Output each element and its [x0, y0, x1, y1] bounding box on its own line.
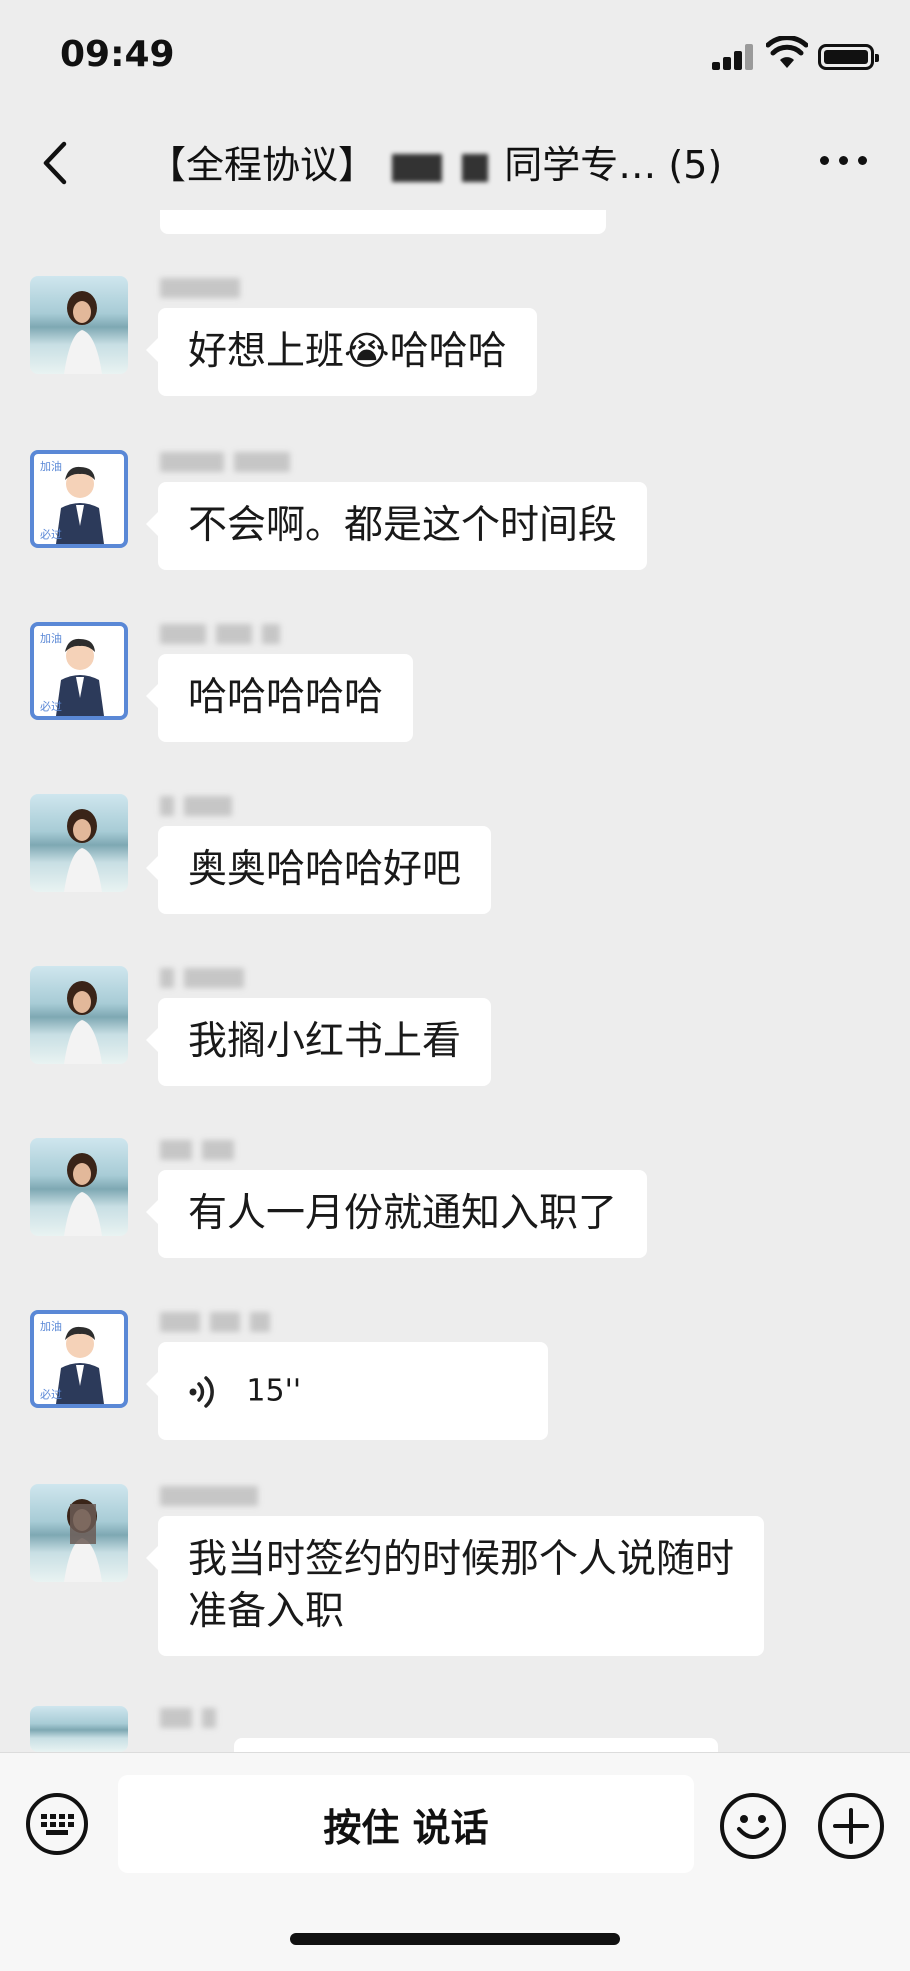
sender-name-redacted	[160, 624, 280, 646]
avatar[interactable]	[30, 1484, 128, 1582]
avatar-caption: 必过	[40, 1388, 62, 1401]
person-photo-icon	[64, 981, 102, 1064]
message-bubble[interactable]: 我搁小红书上看	[145, 998, 492, 1086]
chat-title-suffix: 同学专… (5)	[504, 143, 723, 187]
voice-duration: 15''	[246, 1373, 302, 1409]
voice-wave-icon	[189, 1375, 214, 1408]
sender-name-redacted	[160, 796, 232, 818]
message-bubble[interactable]: 我当时签约的时候那个人说随时准备入职	[146, 1516, 764, 1656]
avatar[interactable]	[30, 276, 128, 374]
message-bubble[interactable]: 好想上班😭哈哈哈	[146, 308, 537, 396]
avatar-caption: 必过	[40, 700, 62, 713]
sender-name-redacted	[160, 1708, 216, 1730]
voice-message-bubble[interactable]: 15''	[146, 1342, 548, 1440]
cellular-signal-icon	[712, 44, 756, 70]
message-bubble-partial	[234, 1738, 718, 1752]
sender-name-redacted	[160, 968, 244, 990]
chat-title: 【全程协议】 同学专… (5)	[148, 134, 768, 189]
avatar-caption: 加油	[40, 1319, 62, 1333]
plus-icon	[833, 1808, 869, 1844]
status-time: 09:49	[60, 34, 175, 75]
cartoon-man-avatar-icon: 加油 必过	[40, 1319, 104, 1404]
sender-name-redacted	[160, 1312, 270, 1334]
keyboard-icon	[41, 1814, 74, 1835]
avatar-caption: 加油	[40, 631, 62, 645]
redacted-name	[392, 153, 443, 182]
message-bubble[interactable]: 不会啊。都是这个时间段	[145, 482, 648, 570]
avatar[interactable]	[30, 966, 128, 1064]
avatar[interactable]: 加油 必过	[30, 450, 128, 548]
home-indicator[interactable]	[290, 1933, 620, 1945]
more-options-icon[interactable]	[820, 150, 868, 170]
wifi-icon	[766, 36, 808, 68]
more-functions-plus-icon[interactable]	[818, 1793, 884, 1859]
back-arrow-icon[interactable]	[36, 138, 76, 188]
cartoon-man-avatar-icon: 加油 必过	[40, 631, 104, 716]
cartoon-man-avatar-icon: 加油 必过	[40, 459, 104, 544]
sender-name-redacted	[160, 278, 240, 300]
chat-header: 【全程协议】 同学专… (5)	[0, 110, 910, 216]
status-bar: 09:49	[0, 0, 910, 110]
keyboard-toggle-icon[interactable]	[26, 1793, 88, 1855]
avatar[interactable]: 加油 必过	[30, 1310, 128, 1408]
sender-name-redacted	[160, 452, 290, 474]
sender-name-redacted	[160, 1486, 258, 1508]
battery-icon	[818, 44, 879, 70]
message-bubble[interactable]: 哈哈哈哈哈	[145, 654, 414, 742]
input-bar: 按住 说话	[0, 1752, 910, 1971]
redacted-name	[462, 153, 489, 182]
message-bubble[interactable]: 奥奥哈哈哈好吧	[145, 826, 492, 914]
avatar[interactable]	[30, 1706, 128, 1752]
person-photo-icon	[64, 1153, 102, 1236]
chat-title-prefix: 【全程协议】	[148, 143, 377, 187]
avatar-caption: 加油	[40, 459, 62, 473]
message-bubble-partial	[160, 210, 606, 234]
avatar-caption: 必过	[40, 528, 62, 541]
person-photo-icon	[64, 809, 102, 892]
avatar[interactable]: 加油 必过	[30, 622, 128, 720]
person-photo-icon	[64, 1499, 102, 1582]
smiley-icon	[737, 1815, 769, 1839]
message-bubble[interactable]: 有人一月份就通知入职了	[145, 1170, 648, 1258]
person-photo-icon	[64, 291, 102, 374]
emoji-icon[interactable]	[720, 1793, 786, 1859]
hold-to-talk-button[interactable]: 按住 说话	[118, 1775, 694, 1873]
sender-name-redacted	[160, 1140, 234, 1162]
avatar[interactable]	[30, 1138, 128, 1236]
avatar[interactable]	[30, 794, 128, 892]
